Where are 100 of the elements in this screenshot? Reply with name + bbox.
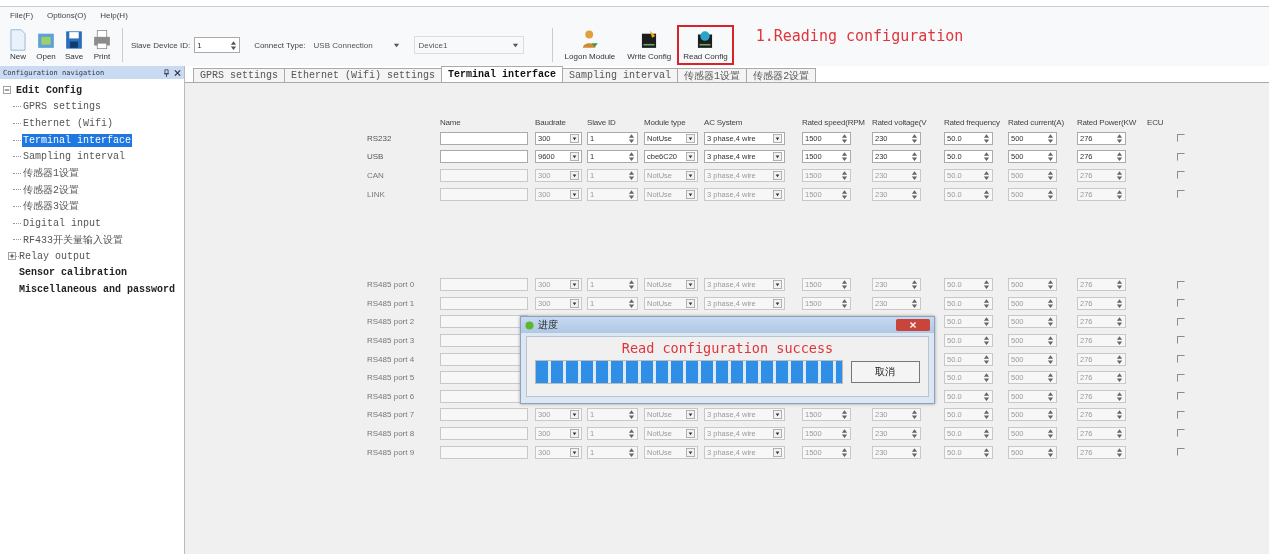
spin-arrows-icon — [841, 297, 848, 309]
dropdown-arrow-icon — [570, 280, 579, 290]
row-label: RS485 port 0 — [367, 280, 416, 290]
menu-item[interactable]: File(F) — [10, 11, 34, 20]
tree-item[interactable]: 传感器2设置 — [22, 181, 80, 198]
column-header: Rated speed(RPM — [802, 117, 866, 127]
spin-arrows-icon — [911, 170, 918, 181]
spin-arrows-icon — [1047, 151, 1054, 163]
dropdown-arrow-icon — [570, 171, 579, 180]
dropdown-arrow-icon — [511, 41, 519, 49]
spin-arrows-icon — [911, 151, 918, 163]
column-header: Baudrate — [535, 117, 567, 127]
spin-arrows-icon — [628, 427, 635, 439]
tree-item[interactable]: 传感器1设置 — [22, 165, 80, 182]
spin-arrows-icon — [1047, 390, 1054, 402]
spin-arrows-icon — [983, 372, 990, 384]
tree-item[interactable]: Miscellaneous and password — [18, 282, 177, 296]
spin-arrows-icon — [983, 334, 990, 346]
save-button[interactable]: Save — [62, 29, 86, 61]
close-icon[interactable] — [174, 68, 181, 77]
tree-item[interactable]: RF433开关量输入设置 — [22, 231, 124, 248]
tab[interactable]: Sampling interval — [562, 68, 679, 82]
spin-arrows-icon — [1047, 427, 1054, 439]
open-button[interactable]: Open — [34, 29, 58, 61]
spin-arrows-icon — [1047, 279, 1054, 291]
spin-arrows-icon — [841, 427, 848, 439]
spin-arrows-icon — [983, 353, 990, 365]
new-button[interactable]: New — [6, 29, 30, 61]
row-label: USB — [367, 152, 385, 162]
spin-arrows-icon — [983, 279, 990, 291]
row-label: RS232 — [367, 133, 393, 143]
spin-arrows-icon — [1116, 151, 1123, 163]
tree-item[interactable]: Relay output — [18, 249, 92, 263]
ecu-checkbox[interactable] — [1177, 134, 1185, 143]
row-label: RS485 port 7 — [367, 410, 416, 420]
spin-arrows-icon — [1116, 132, 1123, 144]
spin-arrows-icon — [983, 446, 990, 458]
column-header: Module type — [644, 117, 687, 127]
spin-arrows-icon — [1047, 132, 1054, 144]
spin-arrows-icon — [841, 279, 848, 291]
spin-arrows-icon — [1116, 334, 1123, 346]
spin-arrows-icon — [841, 170, 848, 181]
spin-arrows-icon — [841, 409, 848, 421]
tree-item[interactable]: Edit Config — [15, 83, 83, 97]
tree-item[interactable]: Ethernet (Wifi) — [22, 117, 114, 130]
row-label: CAN — [367, 171, 385, 180]
column-header: Rated Power(KW — [1077, 117, 1137, 127]
connect-type-dropdown[interactable]: USB Connection — [309, 37, 404, 53]
tab[interactable]: 传感器1设置 — [677, 68, 748, 82]
tree-item[interactable]: Sampling interval — [22, 150, 127, 164]
row-label: RS485 port 1 — [367, 298, 416, 308]
spin-arrows-icon — [628, 132, 635, 144]
tree-item[interactable]: Digital input — [22, 216, 102, 230]
slave-id-spinbox[interactable]: 1 — [194, 37, 241, 53]
spin-arrows-icon — [628, 188, 635, 200]
spin-arrows-icon — [230, 39, 238, 51]
tree-item[interactable]: Terminal interface — [22, 133, 133, 147]
column-header: Slave ID — [587, 117, 617, 127]
dropdown-arrow-icon — [686, 410, 695, 420]
write-config-button[interactable]: Write Config — [623, 27, 676, 63]
expander-icon[interactable] — [3, 86, 11, 95]
tree-item[interactable]: 传感器3设置 — [22, 198, 80, 215]
menu-item[interactable]: Help(H) — [100, 11, 128, 20]
read-config-button[interactable]: Read Config — [679, 27, 732, 63]
spin-arrows-icon — [983, 390, 990, 402]
tab[interactable]: GPRS settings — [193, 68, 285, 82]
tree-item[interactable]: GPRS settings — [22, 100, 102, 114]
spin-arrows-icon — [1047, 188, 1054, 200]
menu-item[interactable]: Options(O) — [47, 11, 87, 20]
spin-arrows-icon — [911, 188, 918, 200]
name-field[interactable] — [440, 131, 528, 145]
spin-arrows-icon — [1047, 353, 1054, 365]
spin-arrows-icon — [911, 446, 918, 458]
name-field[interactable] — [440, 150, 528, 164]
spin-arrows-icon — [983, 132, 990, 144]
spin-arrows-icon — [983, 188, 990, 200]
device-dropdown[interactable]: Device1 — [413, 36, 524, 54]
tree-item[interactable]: Sensor calibration — [18, 266, 129, 280]
ecu-checkbox[interactable] — [1177, 152, 1185, 161]
dialog-message: Read configuration success — [621, 340, 834, 356]
dropdown-arrow-icon — [686, 280, 695, 290]
spin-arrows-icon — [1116, 188, 1123, 200]
spin-arrows-icon — [841, 132, 848, 144]
spin-arrows-icon — [911, 132, 918, 144]
cancel-button[interactable]: 取消 — [850, 361, 920, 383]
tab[interactable]: 传感器2设置 — [746, 68, 817, 82]
expander-icon[interactable] — [8, 252, 16, 261]
spin-arrows-icon — [1047, 372, 1054, 384]
tab[interactable]: Ethernet (Wifi) settings — [284, 68, 443, 82]
spin-arrows-icon — [1116, 409, 1123, 421]
spin-arrows-icon — [1116, 353, 1123, 365]
spin-arrows-icon — [628, 297, 635, 309]
pin-icon[interactable] — [163, 68, 170, 77]
print-button[interactable]: Print — [90, 29, 114, 61]
logon-config-button[interactable]: Logon Module — [560, 27, 620, 63]
spin-arrows-icon — [983, 409, 990, 421]
column-header: Name — [440, 117, 462, 127]
annotation-text: 1.Reading configuration — [755, 27, 964, 45]
spin-arrows-icon — [1047, 170, 1054, 181]
column-header: ECU — [1147, 117, 1165, 127]
